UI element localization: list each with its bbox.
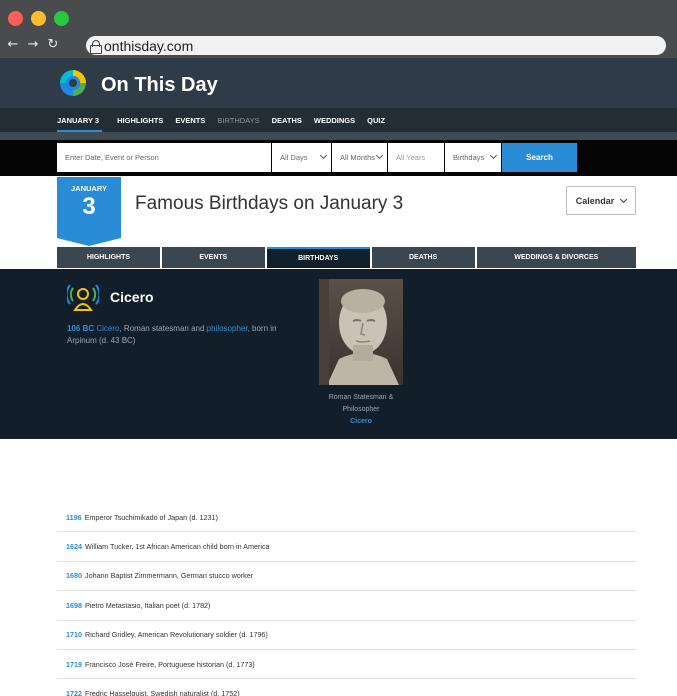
featured-name[interactable]: Cicero xyxy=(110,289,154,305)
entry-text: Pietro Metastasio, Italian poet (d. 1782… xyxy=(85,600,211,610)
cicero-bust-image[interactable] xyxy=(319,279,403,385)
tab-weddings-divorces[interactable]: WEDDINGS & DIVORCES xyxy=(476,247,637,268)
maximize-window-button[interactable] xyxy=(54,11,69,26)
calendar-button[interactable]: Calendar xyxy=(566,186,636,215)
webpage: On This Day JANUARY 3 HIGHLIGHTS EVENTS … xyxy=(0,58,677,696)
entry-text: Fredric Hasselquist, Swedish naturalist … xyxy=(85,689,240,696)
nav-highlights[interactable]: HIGHLIGHTS xyxy=(117,116,163,125)
nav-deaths[interactable]: DEATHS xyxy=(272,116,302,125)
years-input[interactable]: All Years xyxy=(388,143,444,172)
list-item: 1710 Richard Gridley, American Revolution… xyxy=(57,621,636,650)
months-select[interactable]: All Months xyxy=(332,143,387,172)
browser-nav: ← → ↻ xyxy=(6,37,60,53)
site-title[interactable]: On This Day xyxy=(101,74,218,97)
browser-chrome: ← → ↻ onthisday.com xyxy=(0,0,677,58)
featured-birthday: Cicero 106 BC Cicero, Roman statesman an… xyxy=(0,269,677,439)
tab-highlights[interactable]: HIGHLIGHTS xyxy=(57,247,160,268)
entry-year-link[interactable]: 1719 xyxy=(66,660,82,669)
site-logo-icon[interactable] xyxy=(60,70,86,96)
entry-year-link[interactable]: 1196 xyxy=(66,513,82,522)
nav-birthdays[interactable]: BIRTHDAYS xyxy=(217,116,259,125)
entry-year-link[interactable]: 1624 xyxy=(66,542,82,551)
category-value: Birthdays xyxy=(453,153,485,162)
caption-line: Philosopher xyxy=(342,406,380,413)
person-broadcast-icon xyxy=(67,284,99,311)
section-tabs: HIGHLIGHTS EVENTS BIRTHDAYS DEATHS WEDDI… xyxy=(57,247,637,268)
entry-text: Emperor Tsuchimikado of Japan (d. 1231) xyxy=(84,512,218,522)
search-placeholder: Enter Date, Event or Person xyxy=(65,153,159,162)
url-text[interactable]: onthisday.com xyxy=(104,38,193,54)
entry-text: Francisco José Freire, Portuguese histor… xyxy=(85,659,255,669)
featured-year: 106 BC xyxy=(67,324,95,333)
list-item: 1196 Emperor Tsuchimikado of Japan (d. 12… xyxy=(57,503,636,533)
search-input[interactable]: Enter Date, Event or Person xyxy=(57,143,271,172)
lock-icon xyxy=(90,39,102,54)
chevron-down-icon xyxy=(620,195,628,203)
list-item: 1624 William Tucker, 1st African American… xyxy=(57,532,636,562)
divider xyxy=(0,132,677,140)
calendar-label: Calendar xyxy=(575,195,615,206)
back-arrow-icon[interactable]: ← xyxy=(6,37,20,53)
featured-role-link[interactable]: philosopher xyxy=(207,324,248,333)
window-controls xyxy=(8,11,69,26)
chevron-down-icon xyxy=(319,151,328,160)
caption-line: Roman Statesman & xyxy=(328,394,394,401)
photo-caption: Roman Statesman & Philosopher Cicero xyxy=(310,392,412,428)
list-item: 1680 Johann Baptist Zimmermann, German st… xyxy=(57,562,636,592)
site-header: On This Day xyxy=(0,58,677,108)
chevron-down-icon xyxy=(375,151,384,160)
nav-quiz[interactable]: QUIZ xyxy=(367,116,385,125)
page-title: Famous Birthdays on January 3 xyxy=(135,193,404,214)
date-month: JANUARY xyxy=(71,184,107,193)
featured-person-link[interactable]: Cicero xyxy=(96,324,119,333)
entry-text: Johann Baptist Zimmermann, German stucco… xyxy=(85,571,254,581)
featured-desc-text: , Roman statesman and xyxy=(119,324,207,333)
list-item: 1719 Francisco José Freire, Portuguese hi… xyxy=(57,650,636,680)
entry-year-link[interactable]: 1698 xyxy=(66,601,82,610)
search-bar: Enter Date, Event or Person All Days All… xyxy=(0,140,677,176)
close-window-button[interactable] xyxy=(8,11,23,26)
birthday-list: 1196 Emperor Tsuchimikado of Japan (d. 12… xyxy=(57,503,636,696)
years-placeholder: All Years xyxy=(396,153,426,162)
reload-icon[interactable]: ↻ xyxy=(46,37,60,53)
forward-arrow-icon[interactable]: → xyxy=(26,37,40,53)
days-select[interactable]: All Days xyxy=(272,143,331,172)
date-day: 3 xyxy=(82,193,96,220)
list-item: 1722 Fredric Hasselquist, Swedish natural… xyxy=(57,679,636,696)
date-badge: JANUARY 3 xyxy=(57,177,121,246)
months-value: All Months xyxy=(340,153,376,162)
tab-events[interactable]: EVENTS xyxy=(161,247,265,268)
list-item: 1698 Pietro Metastasio, Italian poet (d. … xyxy=(57,591,636,621)
entry-text: Richard Gridley, American Revolutionary … xyxy=(85,630,268,640)
category-select[interactable]: Birthdays xyxy=(445,143,501,172)
entry-year-link[interactable]: 1680 xyxy=(66,571,82,580)
minimize-window-button[interactable] xyxy=(31,11,46,26)
entry-year-link[interactable]: 1710 xyxy=(66,630,82,639)
tab-deaths[interactable]: DEATHS xyxy=(371,247,475,268)
caption-name-link[interactable]: Cicero xyxy=(310,416,412,428)
nav-date[interactable]: JANUARY 3 xyxy=(57,116,103,125)
entry-year-link[interactable]: 1722 xyxy=(66,689,82,696)
chevron-down-icon xyxy=(489,151,498,160)
entry-text: William Tucker, 1st African American chi… xyxy=(85,542,270,552)
address-bar[interactable]: onthisday.com xyxy=(86,36,666,55)
tab-birthdays[interactable]: BIRTHDAYS xyxy=(266,247,370,268)
nav-events[interactable]: EVENTS xyxy=(175,116,205,125)
featured-description: 106 BC Cicero, Roman statesman and philo… xyxy=(67,323,292,347)
top-nav: JANUARY 3 HIGHLIGHTS EVENTS BIRTHDAYS DE… xyxy=(0,108,677,132)
search-button[interactable]: Search xyxy=(502,143,577,172)
days-value: All Days xyxy=(280,153,308,162)
nav-weddings[interactable]: WEDDINGS xyxy=(314,116,355,125)
